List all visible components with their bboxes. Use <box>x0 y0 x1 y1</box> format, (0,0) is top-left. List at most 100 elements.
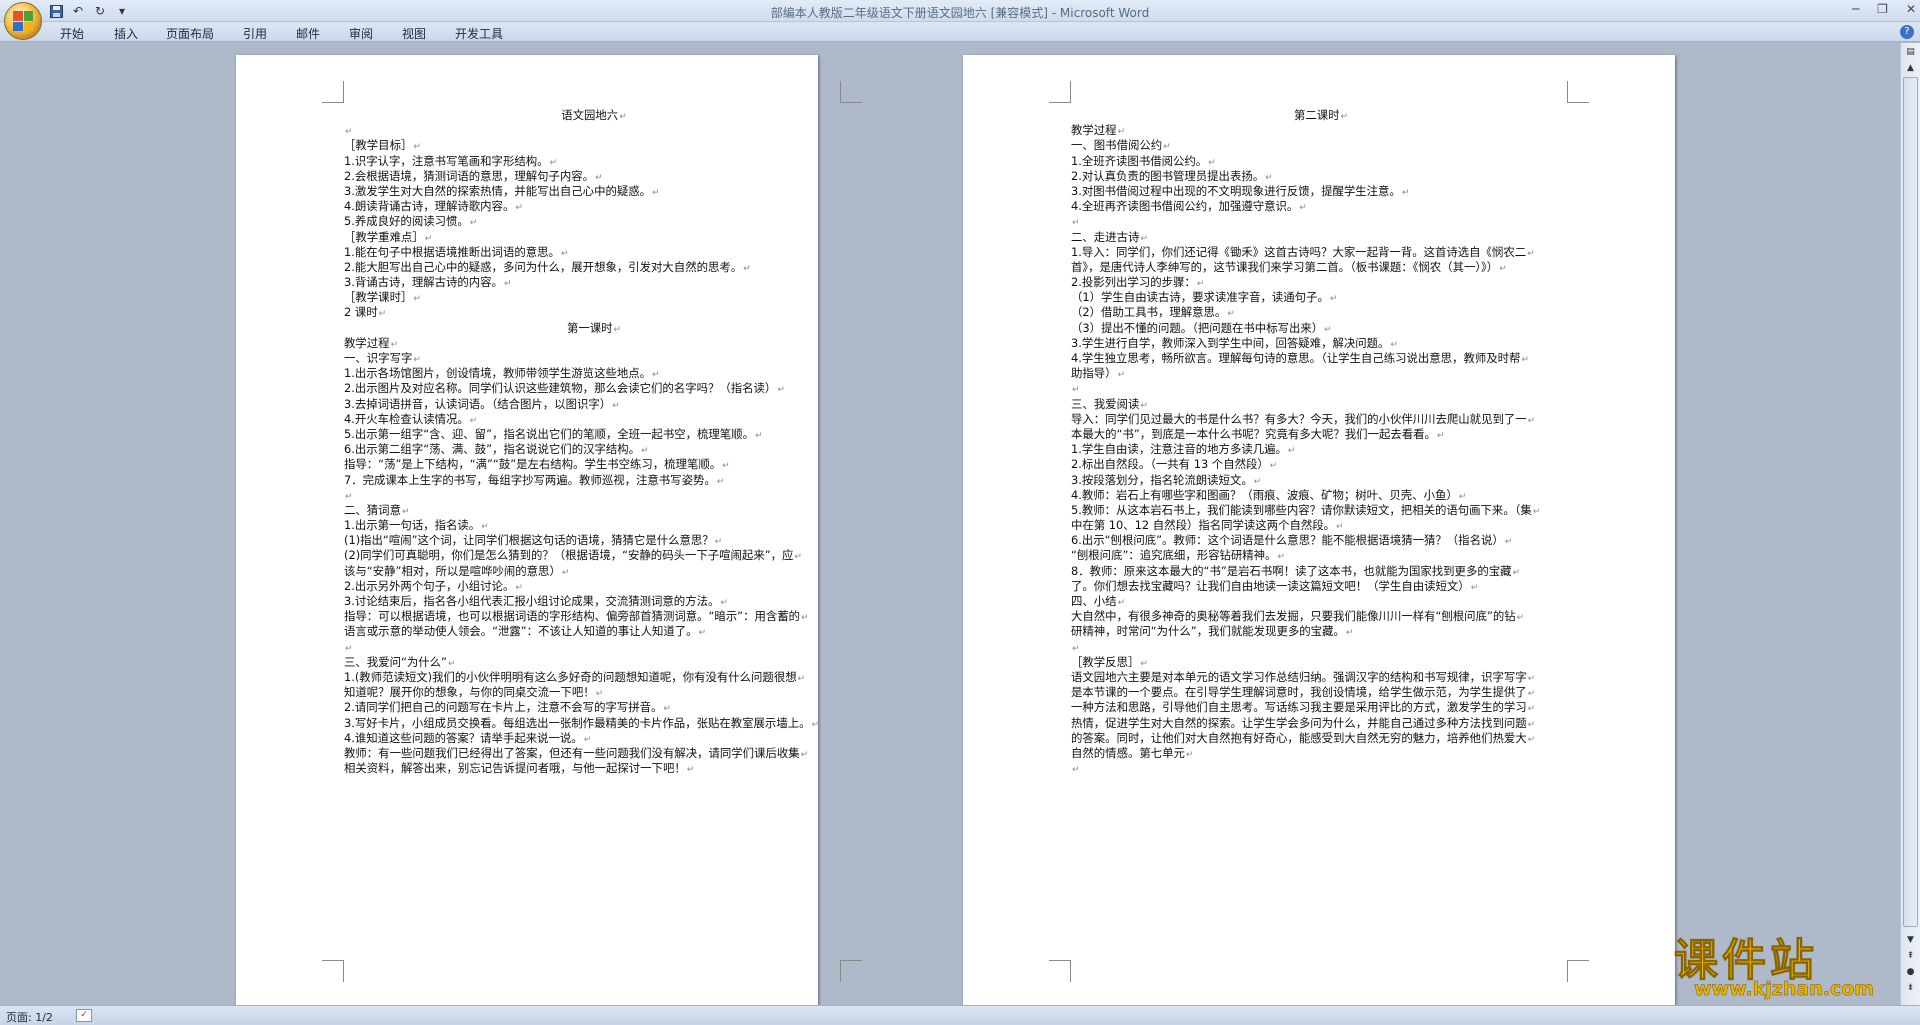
paragraph-line[interactable]: 3.写好卡片，小组成员交换看。每组选出一张制作最精美的卡片作品，张贴在教室展示墙… <box>344 716 844 731</box>
paragraph-line[interactable]: 5.养成良好的阅读习惯。↵ <box>344 214 844 229</box>
minimize-icon[interactable]: ─ <box>1852 2 1859 16</box>
paragraph-line[interactable]: 2.出示图片及对应名称。同学们认识这些建筑物，那么会读它们的名字吗？（指名读）↵ <box>344 381 844 396</box>
paragraph-line[interactable]: 5.教师：从这本岩石书上，我们能读到哪些内容？请你默读短文，把相关的语句画下来。… <box>1071 503 1571 518</box>
paragraph-line[interactable]: 1.(教师范读短文)我们的小伙伴明明有这么多好奇的问题想知道呢，你有没有什么问题… <box>344 670 844 685</box>
paragraph-line[interactable]: 三、我爱问“为什么”↵ <box>344 655 844 670</box>
paragraph-line[interactable]: “刨根问底”：追究底细，形容钻研精神。↵ <box>1071 548 1571 563</box>
paragraph-line[interactable]: ↵ <box>1071 640 1571 655</box>
paragraph-line[interactable]: 一、图书借阅公约↵ <box>1071 138 1571 153</box>
paragraph-line[interactable]: 第二课时↵ <box>1071 108 1571 123</box>
paragraph-line[interactable]: 一种方法和思路，引导他们自主思考。写话练习我主要是采用评比的方式，激发学生的学习… <box>1071 700 1571 715</box>
scroll-up-icon[interactable]: ▲ <box>1903 61 1918 75</box>
paragraph-line[interactable]: 3.讨论结束后，指名各小组代表汇报小组讨论成果，交流猜测词意的方法。↵ <box>344 594 844 609</box>
close-icon[interactable]: ✕ <box>1906 2 1916 16</box>
paragraph-line[interactable]: 2.能大胆写出自己心中的疑惑，多问为什么，展开想象，引发对大自然的思考。↵ <box>344 260 844 275</box>
office-button[interactable] <box>4 2 42 40</box>
tab-developer[interactable]: 开发工具 <box>455 25 503 42</box>
paragraph-line[interactable]: 语文园地六主要是对本单元的语文学习作总结归纳。强调汉字的结构和书写规律，识字写字… <box>1071 670 1571 685</box>
paragraph-line[interactable]: （1）学生自由读古诗，要求读准字音，读通句子。↵ <box>1071 290 1571 305</box>
paragraph-line[interactable]: 4.教师：岩石上有哪些字和图画？（雨痕、波痕、矿物；树叶、贝壳、小鱼）↵ <box>1071 488 1571 503</box>
paragraph-line[interactable]: 该与“安静”相对，所以是喧哗吵闹的意思）↵ <box>344 564 844 579</box>
restore-icon[interactable]: ❐ <box>1877 2 1888 16</box>
paragraph-line[interactable]: （2）借助工具书，理解意思。↵ <box>1071 305 1571 320</box>
paragraph-line[interactable]: 2.出示另外两个句子，小组讨论。↵ <box>344 579 844 594</box>
paragraph-line[interactable]: 助指导）↵ <box>1071 366 1571 381</box>
paragraph-line[interactable]: 1.识字认字，注意书写笔画和字形结构。↵ <box>344 154 844 169</box>
paragraph-line[interactable]: 第一课时↵ <box>344 321 844 336</box>
paragraph-line[interactable]: 2.投影列出学习的步骤：↵ <box>1071 275 1571 290</box>
paragraph-line[interactable]: （3）提出不懂的问题。（把问题在书中标写出来）↵ <box>1071 321 1571 336</box>
paragraph-line[interactable]: 相关资料，解答出来，别忘记告诉提问者哦，与他一起探讨一下吧！↵ <box>344 761 844 776</box>
tab-home[interactable]: 开始 <box>60 25 84 42</box>
ruler-toggle-icon[interactable]: ▤ <box>1903 45 1918 59</box>
paragraph-line[interactable]: 是本节课的一个要点。在引导学生理解词意时，我创设情境，给学生做示范，为学生提供了… <box>1071 685 1571 700</box>
paragraph-line[interactable]: 教师：有一些问题我们已经得出了答案，但还有一些问题我们没有解决，请同学们课后收集… <box>344 746 844 761</box>
document-page-2[interactable]: 第二课时↵ 教学过程↵ 一、图书借阅公约↵ 1.全班齐读图书借阅公约。↵ 2.对认真负责… <box>963 55 1675 1005</box>
paragraph-line[interactable]: ［教学重难点］↵ <box>344 230 844 245</box>
scroll-thumb[interactable] <box>1903 77 1918 927</box>
paragraph-line[interactable]: 2 课时↵ <box>344 305 844 320</box>
tab-insert[interactable]: 插入 <box>114 25 138 42</box>
tab-mailings[interactable]: 邮件 <box>296 25 320 42</box>
paragraph-line[interactable]: 3.激发学生对大自然的探索热情，并能写出自己心中的疑惑。↵ <box>344 184 844 199</box>
paragraph-line[interactable]: 一、识字写字↵ <box>344 351 844 366</box>
paragraph-line[interactable]: 8．教师：原来这本最大的“书”是岩石书啊！读了这本书，也就能为国家找到更多的宝藏… <box>1071 564 1571 579</box>
paragraph-line[interactable]: 语文园地六↵ <box>344 108 844 123</box>
paragraph-line[interactable]: 2.标出自然段。（一共有 13 个自然段）↵ <box>1071 457 1571 472</box>
paragraph-line[interactable]: 热情，促进学生对大自然的探索。让学生学会多问为什么，并能自己通过多种方法找到问题… <box>1071 716 1571 731</box>
paragraph-line[interactable]: 4.学生独立思考，畅所欲言。理解每句诗的意思。（让学生自己练习说出意思，教师及时… <box>1071 351 1571 366</box>
paragraph-line[interactable]: 1.全班齐读图书借阅公约。↵ <box>1071 154 1571 169</box>
help-icon[interactable]: ? <box>1900 25 1914 39</box>
page-indicator[interactable]: 页面: 1/2 <box>6 1009 53 1025</box>
paragraph-line[interactable]: 2.请同学们把自己的问题写在卡片上，注意不会写的字写拼音。↵ <box>344 700 844 715</box>
paragraph-line[interactable]: 大自然中，有很多神奇的奥秘等着我们去发掘，只要我们能像川川一样有“刨根问底”的钻… <box>1071 609 1571 624</box>
paragraph-line[interactable]: 1.能在句子中根据语境推断出词语的意思。↵ <box>344 245 844 260</box>
paragraph-line[interactable]: 3.去掉词语拼音，认读词语。（结合图片，以图识字）↵ <box>344 397 844 412</box>
paragraph-line[interactable]: ［教学目标］↵ <box>344 138 844 153</box>
paragraph-line[interactable]: ↵ <box>1071 761 1571 776</box>
paragraph-line[interactable]: ↵ <box>344 123 844 138</box>
paragraph-line[interactable]: 1.学生自由读，注意注音的地方多读几遍。↵ <box>1071 442 1571 457</box>
paragraph-line[interactable]: 3.对图书借阅过程中出现的不文明现象进行反馈，提醒学生注意。↵ <box>1071 184 1571 199</box>
paragraph-line[interactable]: 三、我爱阅读↵ <box>1071 397 1571 412</box>
paragraph-line[interactable]: 7．完成课本上生字的书写，每组字抄写两遍。教师巡视，注意书写姿势。↵ <box>344 473 844 488</box>
paragraph-line[interactable]: ［教学课时］↵ <box>344 290 844 305</box>
tab-references[interactable]: 引用 <box>243 25 267 42</box>
proofing-icon[interactable]: ✓ <box>76 1009 92 1022</box>
tab-review[interactable]: 审阅 <box>349 25 373 42</box>
paragraph-line[interactable]: (1)指出“喧闹”这个词，让同学们根据这句话的语境，猜猜它是什么意思？↵ <box>344 533 844 548</box>
paragraph-line[interactable]: 本最大的“书”，到底是一本什么书呢？究竟有多大呢？我们一起去看看。↵ <box>1071 427 1571 442</box>
paragraph-line[interactable]: 语言或示意的举动使人领会。“泄露”：不该让人知道的事让人知道了。↵ <box>344 624 844 639</box>
paragraph-line[interactable]: 4.朗读背诵古诗，理解诗歌内容。↵ <box>344 199 844 214</box>
paragraph-line[interactable]: 1.出示第一句话，指名读。↵ <box>344 518 844 533</box>
paragraph-line[interactable]: 中在第 10、12 自然段）指名同学读这两个自然段。↵ <box>1071 518 1571 533</box>
page-2-text[interactable]: 第二课时↵ 教学过程↵ 一、图书借阅公约↵ 1.全班齐读图书借阅公约。↵ 2.对认真负责… <box>1071 108 1571 776</box>
paragraph-line[interactable]: 二、猜词意↵ <box>344 503 844 518</box>
paragraph-line[interactable]: 3.背诵古诗，理解古诗的内容。↵ <box>344 275 844 290</box>
paragraph-line[interactable]: 导入：同学们见过最大的书是什么书？有多大？今天，我们的小伙伴川川去爬山就见到了一… <box>1071 412 1571 427</box>
paragraph-line[interactable]: 教学过程↵ <box>344 336 844 351</box>
paragraph-line[interactable]: ↵ <box>1071 214 1571 229</box>
paragraph-line[interactable]: 研精神，时常问“为什么”，我们就能发现更多的宝藏。↵ <box>1071 624 1571 639</box>
document-page-1[interactable]: 语文园地六↵ ↵ ［教学目标］↵ 1.识字认字，注意书写笔画和字形结构。↵ 2.会根据语… <box>236 55 862 1005</box>
paragraph-line[interactable]: 指导：“荡”是上下结构，“满”“鼓”是左右结构。学生书空练习，梳理笔顺。↵ <box>344 457 844 472</box>
page-1-text[interactable]: 语文园地六↵ ↵ ［教学目标］↵ 1.识字认字，注意书写笔画和字形结构。↵ 2.会根据语… <box>344 108 844 776</box>
paragraph-line[interactable]: 指导：可以根据语境，也可以根据词语的字形结构、偏旁部首猜测词意。“暗示”：用含蓄… <box>344 609 844 624</box>
paragraph-line[interactable]: 1.出示各场馆图片，创设情境，教师带领学生游览这些地点。↵ <box>344 366 844 381</box>
document-workspace[interactable]: 语文园地六↵ ↵ ［教学目标］↵ 1.识字认字，注意书写笔画和字形结构。↵ 2.会根据语… <box>0 43 1900 1005</box>
paragraph-line[interactable]: 4.开火车检查认读情况。↵ <box>344 412 844 427</box>
paragraph-line[interactable]: 4.全班再齐读图书借阅公约，加强遵守意识。↵ <box>1071 199 1571 214</box>
paragraph-line[interactable]: 6.出示第二组字“荡、满、鼓”，指名说说它们的汉字结构。↵ <box>344 442 844 457</box>
paragraph-line[interactable]: 二、走进古诗↵ <box>1071 230 1571 245</box>
paragraph-line[interactable]: (2)同学们可真聪明，你们是怎么猜到的？（根据语境，“安静的码头一下子喧闹起来”… <box>344 548 844 563</box>
paragraph-line[interactable]: 3.按段落划分，指名轮流朗读短文。↵ <box>1071 473 1571 488</box>
paragraph-line[interactable]: 4.谁知道这些问题的答案？请举手起来说一说。↵ <box>344 731 844 746</box>
tab-view[interactable]: 视图 <box>402 25 426 42</box>
paragraph-line[interactable]: 的答案。同时，让他们对大自然抱有好奇心，能感受到大自然无穷的魅力，培养他们热爱大… <box>1071 731 1571 746</box>
paragraph-line[interactable]: 教学过程↵ <box>1071 123 1571 138</box>
paragraph-line[interactable]: ↵ <box>344 488 844 503</box>
paragraph-line[interactable]: 知道呢？展开你的想象，与你的同桌交流一下吧！↵ <box>344 685 844 700</box>
paragraph-line[interactable]: 首》，是唐代诗人李绅写的，这节课我们来学习第二首。（板书课题：《悯农（其一）》）… <box>1071 260 1571 275</box>
paragraph-line[interactable]: ↵ <box>344 640 844 655</box>
paragraph-line[interactable]: 3.学生进行自学，教师深入到学生中间，回答疑难，解决问题。↵ <box>1071 336 1571 351</box>
